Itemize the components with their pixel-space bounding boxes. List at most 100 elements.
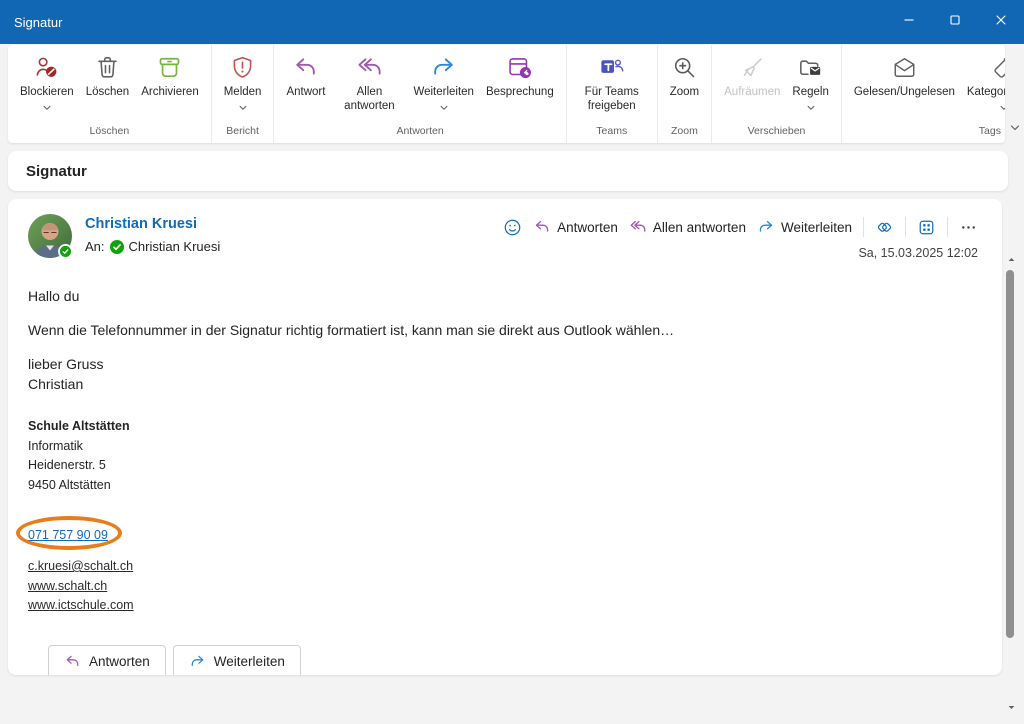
sender-name[interactable]: Christian Kruesi xyxy=(85,216,220,232)
ribbon-group-bericht: Melden Bericht xyxy=(212,45,275,143)
divider xyxy=(947,217,948,237)
meeting-button[interactable]: Besprechung xyxy=(480,52,560,100)
close-icon xyxy=(995,13,1007,31)
more-options-button[interactable] xyxy=(959,218,978,237)
chevron-down-icon xyxy=(238,103,248,113)
read-unread-button-label: Gelesen/Ungelesen xyxy=(854,86,955,100)
forward-button[interactable]: Weiterleiten xyxy=(407,52,480,113)
minimize-icon xyxy=(903,13,915,31)
sender-block: Christian Kruesi An: Christian Kruesi xyxy=(85,214,220,260)
reply-all-button[interactable]: Allen antworten xyxy=(331,52,407,114)
divider xyxy=(863,217,864,237)
reply-icon xyxy=(64,653,81,670)
recipient-name[interactable]: Christian Kruesi xyxy=(129,239,221,254)
diamond-apps-icon xyxy=(875,218,894,237)
footer-reply-button[interactable]: Antworten xyxy=(48,645,166,676)
reactions-button[interactable] xyxy=(503,218,522,237)
report-button-label: Melden xyxy=(224,86,262,100)
trash-icon xyxy=(94,54,121,81)
phone-link[interactable]: 071 757 90 09 xyxy=(28,528,108,542)
report-button[interactable]: Melden xyxy=(218,52,268,113)
rules-button[interactable]: Regeln xyxy=(786,52,834,113)
phone-wrap: 071 757 90 09 xyxy=(28,525,108,545)
ribbon-group-label: Bericht xyxy=(212,125,274,143)
presence-available-icon xyxy=(110,240,124,254)
reply-action[interactable]: Antworten xyxy=(533,218,618,236)
reply-all-action-label: Allen antworten xyxy=(653,220,746,235)
recipient-row: An: Christian Kruesi xyxy=(85,239,220,254)
zoom-in-icon xyxy=(671,54,698,81)
ribbon-group-tags: Gelesen/Ungelesen Kategorisieren Kennzei… xyxy=(842,45,1005,143)
broom-icon xyxy=(739,54,766,81)
categorize-button[interactable]: Kategorisieren xyxy=(961,52,1005,113)
reply-all-button-label: Allen antworten xyxy=(337,86,401,114)
message-footer: Antworten Weiterleiten xyxy=(28,612,978,676)
maximize-button[interactable] xyxy=(932,0,978,44)
triangle-up-icon xyxy=(1007,255,1016,264)
close-button[interactable] xyxy=(978,0,1024,44)
delete-button[interactable]: Löschen xyxy=(80,52,135,100)
signature-org: Schule Altstätten xyxy=(28,417,978,437)
scroll-down-button[interactable] xyxy=(1004,701,1019,713)
sender-avatar[interactable] xyxy=(28,214,72,258)
meeting-reply-icon xyxy=(506,54,533,81)
apps-button[interactable] xyxy=(917,218,936,237)
zoom-button[interactable]: Zoom xyxy=(664,52,705,100)
message-card: Christian Kruesi An: Christian Kruesi xyxy=(8,199,1002,675)
reply-button[interactable]: Antwort xyxy=(280,52,331,100)
forward-action-label: Weiterleiten xyxy=(781,220,852,235)
website-link-2[interactable]: www.ictschule.com xyxy=(28,599,978,612)
tag-icon xyxy=(990,54,1005,81)
reply-button-label: Antwort xyxy=(286,86,325,100)
ribbon-group-label: Zoom xyxy=(658,125,711,143)
titlebar: Signatur xyxy=(0,0,1024,44)
ribbon-group-label: Antworten xyxy=(274,125,565,143)
more-options-icon xyxy=(959,218,978,237)
forward-icon xyxy=(757,218,775,236)
reply-all-icon xyxy=(356,54,383,81)
window-controls xyxy=(886,0,1024,44)
rules-folder-icon xyxy=(797,54,824,81)
ribbon-group-label: Tags xyxy=(842,125,1005,143)
block-button-label: Blockieren xyxy=(20,86,74,100)
chevron-down-icon xyxy=(999,103,1005,113)
footer-forward-label: Weiterleiten xyxy=(214,652,285,672)
footer-forward-button[interactable]: Weiterleiten xyxy=(173,645,301,676)
signature-block: Schule Altstätten Informatik Heidenerstr… xyxy=(28,417,978,495)
ribbon-group-antworten: Antwort Allen antworten Weiterleiten xyxy=(274,45,566,143)
zoom-button-label: Zoom xyxy=(670,86,699,100)
forward-action[interactable]: Weiterleiten xyxy=(757,218,852,236)
block-button[interactable]: Blockieren xyxy=(14,52,80,113)
chevron-down-icon xyxy=(1009,122,1021,134)
maximize-icon xyxy=(949,13,961,31)
chevron-down-icon xyxy=(42,103,52,113)
sweep-button: Aufräumen xyxy=(718,52,786,100)
body-closing-name: Christian xyxy=(28,374,978,394)
ribbon-collapse-button[interactable] xyxy=(1009,121,1023,135)
archive-icon xyxy=(156,54,183,81)
share-to-teams-button[interactable]: Für Teams freigeben xyxy=(573,52,651,114)
website-link-1[interactable]: www.schalt.ch xyxy=(28,580,978,593)
to-label: An: xyxy=(85,239,105,254)
divider xyxy=(905,217,906,237)
delete-button-label: Löschen xyxy=(86,86,129,100)
archive-button-label: Archivieren xyxy=(141,86,199,100)
header-right: Antworten Allen antworten Weiterleiten xyxy=(503,214,978,260)
reply-icon xyxy=(292,54,319,81)
scrollbar-thumb[interactable] xyxy=(1006,270,1014,638)
body-paragraph: Wenn die Telefonnummer in der Signatur r… xyxy=(28,320,978,340)
addin-button[interactable] xyxy=(875,218,894,237)
reply-icon xyxy=(533,218,551,236)
read-unread-button[interactable]: Gelesen/Ungelesen xyxy=(848,52,961,100)
minimize-button[interactable] xyxy=(886,0,932,44)
scroll-up-button[interactable] xyxy=(1004,253,1019,265)
message-actions: Antworten Allen antworten Weiterleiten xyxy=(503,214,978,237)
signature-links: 071 757 90 09 c.kruesi@schalt.ch www.sch… xyxy=(28,516,978,612)
sweep-button-label: Aufräumen xyxy=(724,86,780,100)
signature-department: Informatik xyxy=(28,437,978,457)
archive-button[interactable]: Archivieren xyxy=(135,52,205,100)
email-link[interactable]: c.kruesi@schalt.ch xyxy=(28,560,978,573)
reply-all-action[interactable]: Allen antworten xyxy=(629,218,746,236)
message-subject: Signatur xyxy=(8,163,87,180)
ribbon-group-label: Löschen xyxy=(8,125,211,143)
